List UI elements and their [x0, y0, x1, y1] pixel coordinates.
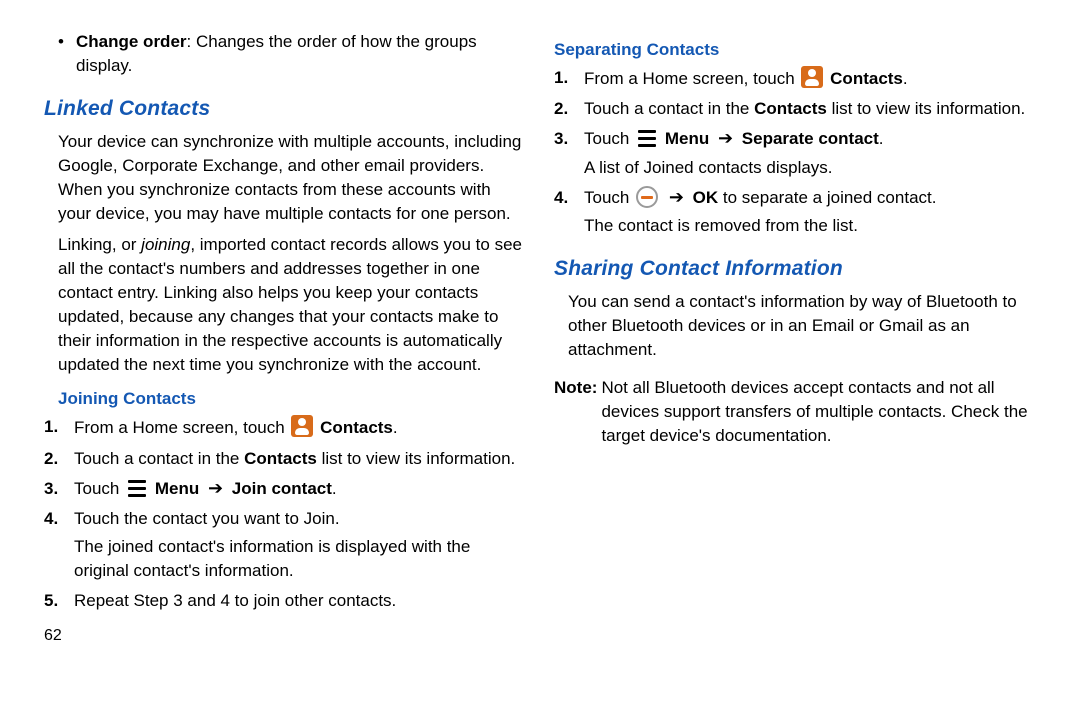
note-label: Note: — [554, 376, 597, 448]
step-body: From a Home screen, touch Contacts. — [74, 415, 526, 440]
s3-dot: . — [879, 129, 884, 148]
separating-step-1: 1. From a Home screen, touch Contacts. — [554, 66, 1036, 91]
linked-p2: Linking, or joining, imported contact re… — [58, 233, 526, 378]
bullet-text: Change order: Changes the order of how t… — [76, 30, 526, 78]
joining-step-1: 1. From a Home screen, touch Contacts. — [44, 415, 526, 440]
joining-steps: 1. From a Home screen, touch Contacts. 2… — [44, 415, 526, 613]
sharing-p1: You can send a contact's information by … — [568, 290, 1036, 362]
s3-join: Join contact — [232, 479, 332, 498]
step-body: Touch a contact in the Contacts list to … — [584, 97, 1036, 121]
change-order-bullet: • Change order: Changes the order of how… — [58, 30, 526, 78]
bullet-group: • Change order: Changes the order of how… — [44, 30, 526, 78]
s3-separate: Separate contact — [742, 129, 879, 148]
s3-sub: A list of Joined contacts displays. — [584, 156, 1036, 180]
s2-rest: list to view its information. — [317, 449, 515, 468]
separating-step-3: 3. Touch Menu ➔ Separate contact. A list… — [554, 127, 1036, 179]
remove-icon — [636, 186, 658, 208]
left-column: • Change order: Changes the order of how… — [44, 28, 526, 648]
s2-bold: Contacts — [244, 449, 317, 468]
separating-step-2: 2. Touch a contact in the Contacts list … — [554, 97, 1036, 121]
arrow-icon: ➔ — [669, 188, 684, 206]
linked-p2b: , imported contact records allows you to… — [58, 235, 522, 375]
linked-p2em: joining — [141, 235, 190, 254]
s2-bold: Contacts — [754, 99, 827, 118]
step-number: 4. — [44, 507, 74, 583]
separating-step-4: 4. Touch ➔ OK to separate a joined conta… — [554, 186, 1036, 238]
s3-text: Touch — [584, 129, 634, 148]
separating-steps: 1. From a Home screen, touch Contacts. 2… — [554, 66, 1036, 238]
s3-text: Touch — [74, 479, 124, 498]
s2-rest: list to view its information. — [827, 99, 1025, 118]
page-number: 62 — [44, 625, 526, 648]
s1-bold: Contacts — [830, 69, 903, 88]
sharing-contact-info-heading: Sharing Contact Information — [554, 254, 1036, 284]
step-number: 2. — [554, 97, 584, 121]
s1-dot: . — [903, 69, 908, 88]
s4-ok: OK — [693, 188, 719, 207]
arrow-icon: ➔ — [718, 129, 733, 147]
step-body: Repeat Step 3 and 4 to join other contac… — [74, 589, 526, 613]
separating-contacts-heading: Separating Contacts — [554, 38, 1036, 62]
sharing-body: You can send a contact's information by … — [554, 290, 1036, 362]
linked-p2a: Linking, or — [58, 235, 141, 254]
joining-step-3: 3. Touch Menu ➔ Join contact. — [44, 477, 526, 501]
step-number: 3. — [44, 477, 74, 501]
s4-text: Touch — [584, 188, 634, 207]
manual-page: • Change order: Changes the order of how… — [0, 0, 1080, 668]
s2-text: Touch a contact in the — [74, 449, 244, 468]
arrow-icon: ➔ — [208, 479, 223, 497]
s3-menu: Menu — [665, 129, 709, 148]
s4-sub: The contact is removed from the list. — [584, 214, 1036, 238]
step-body: From a Home screen, touch Contacts. — [584, 66, 1036, 91]
linked-body: Your device can synchronize with multipl… — [44, 130, 526, 377]
step-number: 5. — [44, 589, 74, 613]
step-number: 1. — [554, 66, 584, 91]
menu-icon — [636, 129, 658, 147]
note-body: Not all Bluetooth devices accept contact… — [601, 376, 1036, 448]
joining-contacts-heading: Joining Contacts — [44, 387, 526, 411]
step-number: 3. — [554, 127, 584, 179]
bullet-icon: • — [58, 30, 76, 78]
bluetooth-note: Note: Not all Bluetooth devices accept c… — [554, 376, 1036, 448]
s4-rest: to separate a joined contact. — [718, 188, 936, 207]
step-body: Touch Menu ➔ Separate contact. A list of… — [584, 127, 1036, 179]
contacts-icon — [291, 415, 313, 437]
joining-step-4: 4. Touch the contact you want to Join. T… — [44, 507, 526, 583]
s1-text: From a Home screen, touch — [74, 418, 289, 437]
right-column: Separating Contacts 1. From a Home scree… — [554, 28, 1036, 648]
s3-dot: . — [332, 479, 337, 498]
step-number: 1. — [44, 415, 74, 440]
s2-text: Touch a contact in the — [584, 99, 754, 118]
joining-step-5: 5. Repeat Step 3 and 4 to join other con… — [44, 589, 526, 613]
step-body: Touch a contact in the Contacts list to … — [74, 447, 526, 471]
linked-contacts-heading: Linked Contacts — [44, 94, 526, 124]
contacts-icon — [801, 66, 823, 88]
joining-step-2: 2. Touch a contact in the Contacts list … — [44, 447, 526, 471]
s4-text: Touch the contact you want to Join. — [74, 509, 340, 528]
step-body: Touch the contact you want to Join. The … — [74, 507, 526, 583]
linked-p1: Your device can synchronize with multipl… — [58, 130, 526, 227]
change-order-label: Change order — [76, 32, 187, 51]
step-number: 4. — [554, 186, 584, 238]
s1-text: From a Home screen, touch — [584, 69, 799, 88]
s1-bold: Contacts — [320, 418, 393, 437]
step-number: 2. — [44, 447, 74, 471]
step-body: Touch Menu ➔ Join contact. — [74, 477, 526, 501]
s3-menu: Menu — [155, 479, 199, 498]
s4-sub: The joined contact's information is disp… — [74, 535, 526, 583]
step-body: Touch ➔ OK to separate a joined contact.… — [584, 186, 1036, 238]
s1-dot: . — [393, 418, 398, 437]
menu-icon — [126, 479, 148, 497]
